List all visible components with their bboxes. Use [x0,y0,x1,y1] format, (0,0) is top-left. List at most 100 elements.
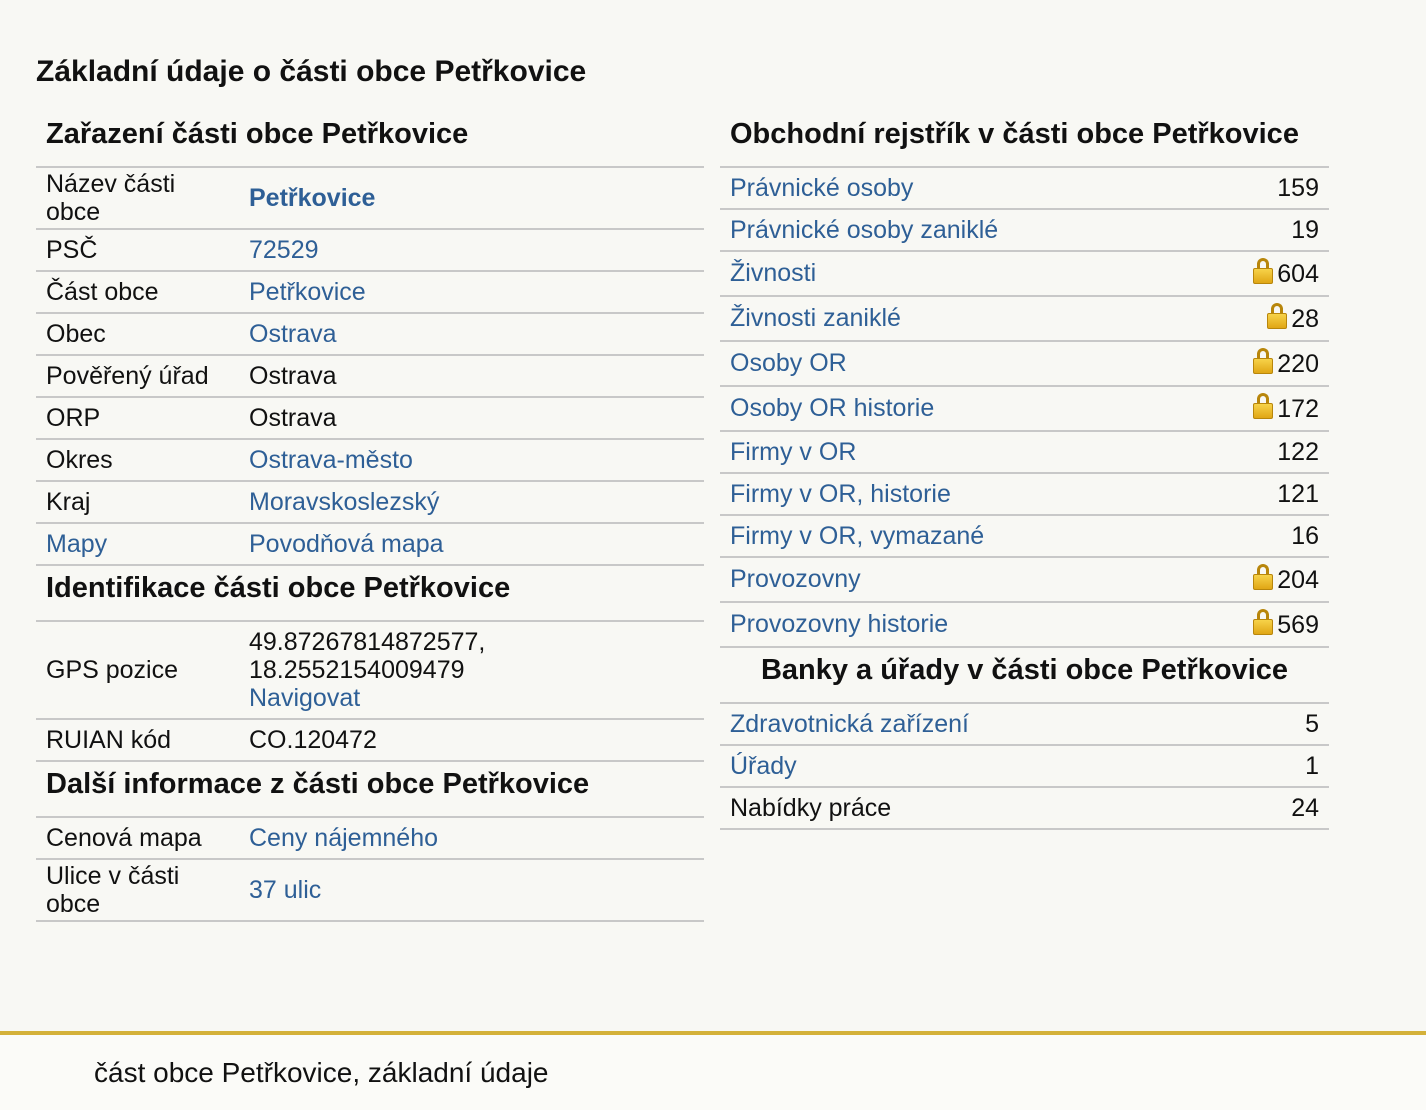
row-label: Pověřený úřad [36,355,239,398]
poverany-urad-value: Ostrava [239,355,704,398]
table-row: PSČ 72529 [36,229,704,272]
table-row: Firmy v OR, vymazané 16 [720,515,1329,558]
lock-icon [1267,303,1288,329]
row-label: GPS pozice [36,622,239,720]
count-value: 28 [1291,305,1319,333]
lock-icon [1253,609,1274,635]
dalsi-heading: Další informace z části obce Petřkovice [36,762,704,818]
count-value: 16 [1189,515,1329,558]
lock-icon [1253,393,1274,419]
table-row: Mapy Povodňová mapa [36,523,704,566]
dalsi-table: Cenová mapa Ceny nájemného Ulice v části… [36,818,704,922]
right-column: Obchodní rejstřík v části obce Petřkovic… [720,112,1329,830]
povodnova-mapa-link[interactable]: Povodňová mapa [249,530,444,558]
table-row: Firmy v OR, historie 121 [720,473,1329,516]
table-row: Živnosti zaniklé 28 [720,296,1329,342]
table-row: ORP Ostrava [36,397,704,440]
rejstrik-heading: Obchodní rejstřík v části obce Petřkovic… [720,112,1329,168]
table-row: Zdravotnická zařízení 5 [720,704,1329,746]
row-label: RUIAN kód [36,719,239,762]
lock-icon [1253,258,1274,284]
count-value: 5 [1189,704,1329,746]
provozovny-link[interactable]: Provozovny [730,565,861,593]
footer: část obce Petřkovice, základní údaje [0,1031,1426,1110]
count-value: 121 [1189,473,1329,516]
table-row: GPS pozice 49.87267814872577, 18.2552154… [36,622,704,720]
row-label: Okres [36,439,239,482]
count-value: 1 [1189,745,1329,788]
count-value: 24 [1189,787,1329,830]
table-row: Pověřený úřad Ostrava [36,355,704,398]
count-value: 204 [1277,566,1319,594]
table-row: Kraj Moravskoslezský [36,481,704,524]
urady-link[interactable]: Úřady [730,752,797,780]
row-label: Část obce [36,271,239,314]
nabidky-prace-label: Nabídky práce [720,787,1189,830]
footer-text: část obce Petřkovice, základní údaje [94,1057,549,1088]
obec-link[interactable]: Ostrava [249,320,337,348]
row-label: ORP [36,397,239,440]
cast-obce-link[interactable]: Petřkovice [249,278,366,306]
kraj-link[interactable]: Moravskoslezský [249,488,439,516]
ulice-link[interactable]: 37 ulic [249,876,321,904]
table-row: Úřady 1 [720,745,1329,788]
table-row: Provozovny 204 [720,557,1329,603]
table-row: Ulice v části obce 37 ulic [36,859,704,922]
identifikace-table: GPS pozice 49.87267814872577, 18.2552154… [36,622,704,762]
count-value: 19 [1189,209,1329,252]
pravnicke-osoby-zanikle-link[interactable]: Právnické osoby zaniklé [730,216,998,244]
table-row: Právnické osoby zaniklé 19 [720,209,1329,252]
table-row: RUIAN kód CO.120472 [36,719,704,762]
osoby-or-link[interactable]: Osoby OR [730,349,847,377]
table-row: Firmy v OR 122 [720,431,1329,474]
banky-table: Zdravotnická zařízení 5 Úřady 1 Nabídky … [720,704,1329,830]
firmy-v-or-vymazane-link[interactable]: Firmy v OR, vymazané [730,522,984,550]
nazev-casti-link[interactable]: Petřkovice [249,184,375,212]
provozovny-historie-link[interactable]: Provozovny historie [730,610,948,638]
row-label: Kraj [36,481,239,524]
row-label: Název části obce [36,168,239,230]
table-row: Cenová mapa Ceny nájemného [36,818,704,860]
firmy-v-or-historie-link[interactable]: Firmy v OR, historie [730,480,951,508]
count-value: 122 [1189,431,1329,474]
page-title: Základní údaje o části obce Petřkovice [36,55,587,88]
gps-coordinates: 49.87267814872577, 18.2552154009479 [249,628,486,684]
banky-heading: Banky a úřady v části obce Petřkovice [720,648,1329,704]
osoby-or-historie-link[interactable]: Osoby OR historie [730,394,934,422]
row-label: Ulice v části obce [36,859,239,922]
lock-icon [1253,348,1274,374]
orp-value: Ostrava [239,397,704,440]
pravnicke-osoby-link[interactable]: Právnické osoby [730,174,913,202]
table-row: Provozovny historie 569 [720,602,1329,648]
zarazeni-heading: Zařazení části obce Petřkovice [36,112,704,168]
table-row: Obec Ostrava [36,313,704,356]
count-value: 172 [1277,395,1319,423]
table-row: Osoby OR historie 172 [720,386,1329,432]
table-row: Právnické osoby 159 [720,168,1329,210]
row-label: Cenová mapa [36,818,239,860]
count-value: 604 [1277,260,1319,288]
row-label: PSČ [36,229,239,272]
count-value: 569 [1277,611,1319,639]
ceny-najemneho-link[interactable]: Ceny nájemného [249,824,438,852]
table-row: Osoby OR 220 [720,341,1329,387]
okres-link[interactable]: Ostrava-město [249,446,413,474]
table-row: Nabídky práce 24 [720,787,1329,830]
left-column: Zařazení části obce Petřkovice Název čás… [36,112,704,922]
zivnosti-link[interactable]: Živnosti [730,259,816,287]
count-value: 220 [1277,350,1319,378]
lock-icon [1253,564,1274,590]
count-value: 159 [1189,168,1329,210]
table-row: Živnosti 604 [720,251,1329,297]
navigovat-link[interactable]: Navigovat [249,684,360,712]
zarazeni-table: Název části obce Petřkovice PSČ 72529 Čá… [36,168,704,566]
psc-link[interactable]: 72529 [249,236,319,264]
table-row: Název části obce Petřkovice [36,168,704,230]
firmy-v-or-link[interactable]: Firmy v OR [730,438,856,466]
mapy-link[interactable]: Mapy [46,530,107,558]
zdravotnicka-zarizeni-link[interactable]: Zdravotnická zařízení [730,710,969,738]
zivnosti-zanikle-link[interactable]: Živnosti zaniklé [730,304,901,332]
rejstrik-table: Právnické osoby 159 Právnické osoby zani… [720,168,1329,648]
table-row: Okres Ostrava-město [36,439,704,482]
identifikace-heading: Identifikace části obce Petřkovice [36,566,704,622]
